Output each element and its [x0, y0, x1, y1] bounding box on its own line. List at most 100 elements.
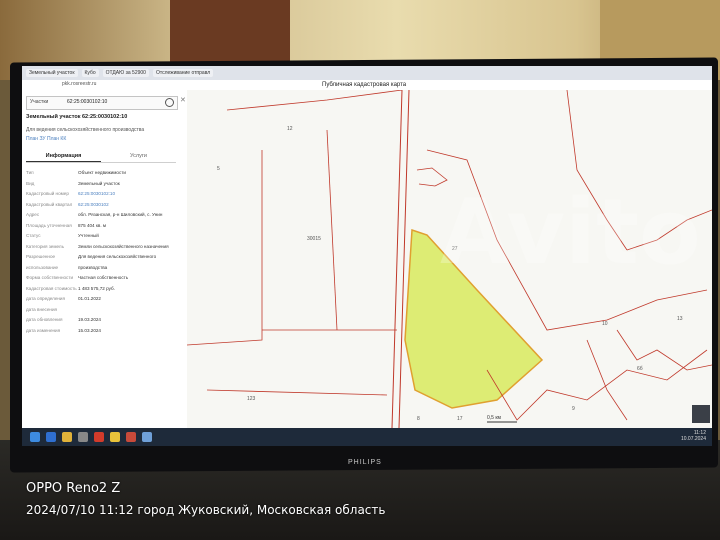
property-row: Категория земель Земли сельскохозяйственн… — [26, 242, 176, 253]
property-value: Объект недвижимости — [78, 170, 126, 175]
photo-stamp: OPPO Reno2 Z 2024/07/10 11:12 город Жуко… — [26, 481, 385, 517]
property-row: дата определения 01.01.2022 — [26, 294, 176, 305]
property-value: 1 483 575,72 руб. — [78, 285, 115, 291]
property-row: Адрес обл. Рязанская, р-н Шиловский, с. У… — [26, 210, 176, 221]
parcel-boundary — [586, 339, 628, 421]
property-key: Тип — [26, 170, 34, 175]
property-value — [78, 305, 176, 316]
browser-tab[interactable]: ОТДАЮ за 52900 — [102, 69, 149, 77]
map-label: 9 — [572, 406, 575, 412]
close-icon[interactable]: ✕ — [180, 96, 186, 104]
property-key: Кадастровый номер — [26, 191, 69, 196]
info-panel: Участки 62:25:0030102:10 ✕ Земельный уча… — [22, 90, 188, 428]
panel-tabs: Информация Услуги — [26, 150, 176, 163]
property-key: Статус — [26, 233, 41, 238]
yandex-icon[interactable] — [94, 432, 104, 442]
property-row: Кадастровая стоимость 1 483 575,72 руб. — [26, 284, 176, 295]
property-value: 875 404 кв. м — [78, 222, 107, 228]
property-key: Адрес — [26, 212, 40, 217]
app-icon[interactable] — [78, 432, 88, 442]
search-type-label[interactable]: Участки — [30, 99, 48, 105]
tab-services[interactable]: Услуги — [101, 150, 176, 162]
property-value: Земли сельскохозяйственного назначения — [78, 243, 169, 249]
property-value: Земельный участок — [78, 180, 120, 186]
map-label: 30015 — [307, 236, 321, 242]
parcel-boundary — [187, 150, 263, 346]
property-key: дата определения — [26, 296, 65, 301]
property-row: Площадь уточненная 875 404 кв. м — [26, 221, 176, 232]
camera-model: OPPO Reno2 Z — [26, 481, 121, 496]
map-label: 10 — [602, 321, 608, 327]
taskbar-clock[interactable]: 11:12 10.07.2024 — [681, 430, 706, 442]
property-value: 15.03.2024 — [78, 327, 101, 333]
clock-date: 10.07.2024 — [680, 436, 706, 442]
photo-datetime-location: 2024/07/10 11:12 город Жуковский, Москов… — [26, 503, 386, 517]
property-value[interactable]: 62:25:0030102 — [78, 200, 176, 211]
url-text: pkk.rosreestr.ru — [62, 81, 97, 87]
property-row: Тип Объект недвижимости — [26, 168, 176, 179]
parcel-title: Земельный участок 62:25:0030102:10 — [26, 114, 128, 120]
property-value: Частная собственность — [78, 275, 129, 280]
map-label: 17 — [457, 416, 463, 422]
taskbar: 11:12 10.07.2024 — [22, 428, 712, 446]
parcel-boundary — [226, 90, 403, 111]
property-row: Форма собственности Частная собственность — [26, 273, 176, 284]
property-key: дата внесения — [26, 306, 57, 312]
start-icon[interactable] — [30, 432, 40, 442]
browser-icon[interactable] — [46, 432, 56, 442]
property-key: Кадастровый квартал — [26, 201, 73, 207]
property-row: Кадастровый квартал 62:25:0030102 — [26, 200, 176, 211]
browser-tab[interactable]: Отслеживание отправл — [152, 69, 214, 77]
property-key: Форма собственности — [26, 275, 74, 280]
app-icon[interactable] — [142, 432, 152, 442]
property-row: дата изменения 15.03.2024 — [26, 326, 176, 337]
property-value[interactable]: 62:25:0030102:10 — [78, 189, 176, 200]
parcel-links[interactable]: План ЗУ План КК — [26, 136, 66, 142]
map-label: 5 — [217, 166, 220, 172]
property-value: 19.03.2024 — [78, 317, 101, 322]
property-list: Тип Объект недвижимости Вид Земельный учас… — [26, 168, 176, 336]
property-row: дата внесения — [26, 305, 176, 316]
property-key: Категория земель — [26, 243, 64, 249]
browser-tab[interactable]: Земельный участок — [26, 69, 78, 77]
scale-label: 0,5 км — [487, 415, 502, 421]
property-key: Площадь уточненная — [26, 222, 72, 228]
parcel-boundary — [326, 129, 338, 331]
browser-tab[interactable]: Кубо — [81, 69, 99, 77]
map-label: 123 — [247, 396, 256, 402]
property-value: обл. Рязанская, р-н Шиловский, с. Унин — [78, 212, 163, 217]
search-icon[interactable] — [165, 98, 174, 107]
property-row: дата обновления 19.03.2024 — [26, 315, 176, 326]
property-key: Кадастровая стоимость — [26, 285, 77, 291]
tab-info[interactable]: Информация — [26, 150, 101, 162]
search-value: 62:25:0030102:10 — [67, 99, 108, 105]
map-label: 6б — [637, 366, 643, 372]
folder-icon[interactable] — [62, 432, 72, 442]
property-value: Учтенный — [78, 233, 99, 238]
map-label: 12 — [287, 126, 293, 132]
property-row: Кадастровый номер 62:25:0030102:10 — [26, 189, 176, 200]
app-icon[interactable] — [126, 432, 136, 442]
minimap — [692, 405, 710, 423]
property-row: Статус Учтенный — [26, 231, 176, 242]
parcel-subtitle: Для ведения сельскохозяйственного произв… — [26, 127, 145, 133]
browser-tabs: Земельный участок Кубо ОТДАЮ за 52900 От… — [22, 66, 712, 80]
property-key: дата изменения — [26, 327, 61, 333]
parcel-boundary — [206, 389, 388, 396]
map-title: Публичная кадастровая карта — [322, 82, 407, 88]
property-key: дата обновления — [26, 317, 63, 322]
property-value: Для ведения сельскохозяйственного произв… — [78, 254, 157, 270]
property-key: Разрешенное использование — [26, 254, 59, 270]
property-row: Вид Земельный участок — [26, 179, 176, 190]
property-value: 01.01.2022 — [78, 296, 101, 301]
property-key: Вид — [26, 180, 35, 186]
search-input[interactable]: Участки 62:25:0030102:10 — [26, 96, 178, 110]
monitor-brand-logo: PHILIPS — [348, 459, 382, 466]
background-door — [170, 0, 290, 70]
app-icon[interactable] — [110, 432, 120, 442]
map-label: 13 — [677, 316, 683, 322]
avito-watermark: Avito — [440, 180, 701, 285]
property-row: Разрешенное использование Для ведения сел… — [26, 252, 176, 273]
parcel-boundary — [616, 329, 712, 371]
map-label: 8 — [417, 416, 420, 422]
